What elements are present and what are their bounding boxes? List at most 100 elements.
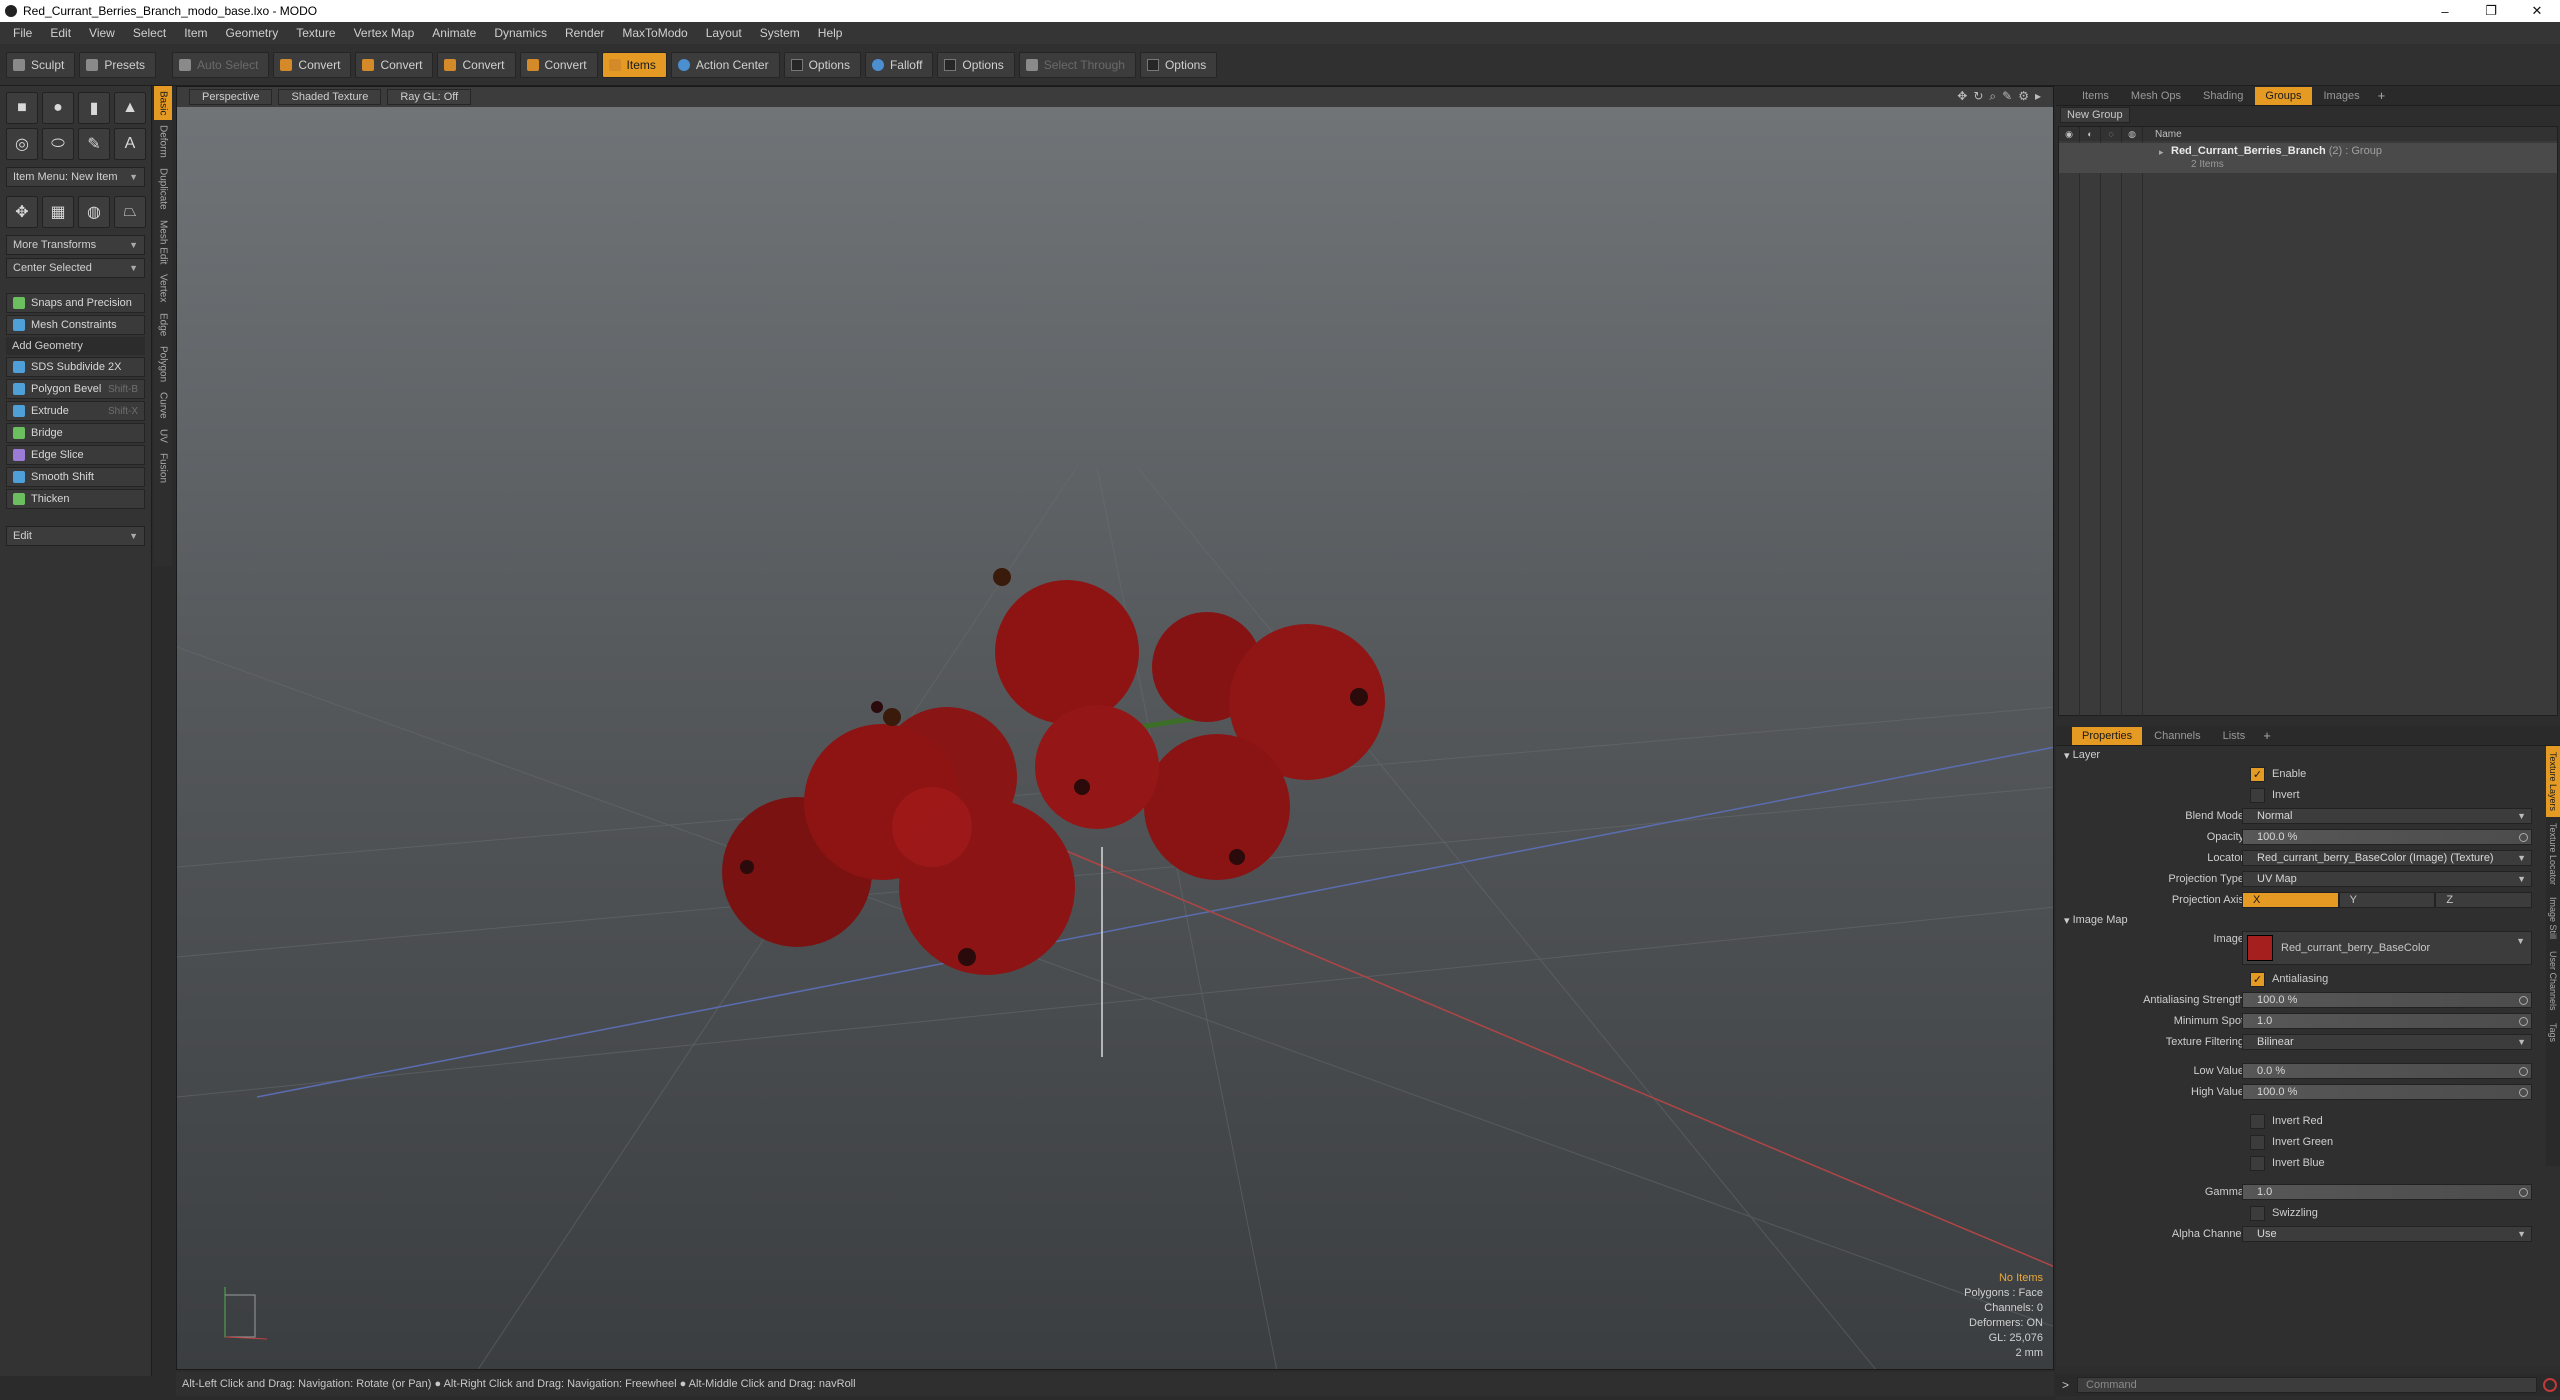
zoom-icon[interactable]: ⌕ — [1989, 89, 1996, 104]
menu-dynamics[interactable]: Dynamics — [485, 26, 556, 40]
expand-icon[interactable]: ▸ — [2035, 89, 2041, 104]
perspective-icon[interactable]: ⏢ — [114, 196, 146, 228]
tab-images[interactable]: Images — [2314, 87, 2370, 105]
tool-extrude[interactable]: Extrude Shift-X — [6, 401, 145, 421]
tab-groups[interactable]: Groups — [2255, 86, 2312, 105]
shading-dropdown[interactable]: Shaded Texture — [278, 89, 382, 105]
lock-icon[interactable]: ◌ — [2101, 127, 2122, 141]
tab-duplicate[interactable]: Duplicate — [154, 163, 172, 215]
tab-deform[interactable]: Deform — [154, 120, 172, 163]
perspective-dropdown[interactable]: Perspective — [189, 89, 273, 105]
close-button[interactable]: ✕ — [2514, 0, 2560, 22]
menu-geometry[interactable]: Geometry — [217, 26, 288, 40]
convert-vertices-button[interactable]: Convert — [273, 51, 352, 78]
menu-file[interactable]: File — [4, 26, 41, 40]
convert-materials-button[interactable]: Convert — [519, 51, 598, 78]
tab-basic[interactable]: Basic — [154, 86, 172, 121]
move-view-icon[interactable]: ✥ — [1957, 89, 1967, 104]
tab-fusion[interactable]: Fusion — [154, 448, 172, 488]
add-geometry-section[interactable]: Add Geometry — [6, 337, 145, 355]
layer-section[interactable]: ▾ Layer — [2056, 746, 2560, 764]
add-tab-icon[interactable]: + — [2372, 88, 2392, 103]
raygl-dropdown[interactable]: Ray GL: Off — [387, 89, 472, 105]
tab-image-still[interactable]: Image Still — [2546, 891, 2560, 945]
menu-help[interactable]: Help — [809, 26, 852, 40]
tab-texture-locator[interactable]: Texture Locator — [2546, 817, 2560, 891]
swizzling-checkbox[interactable] — [2250, 1206, 2265, 1221]
tab-curve[interactable]: Curve — [154, 387, 172, 424]
sphere-icon[interactable]: ● — [42, 92, 74, 124]
menu-vertex-map[interactable]: Vertex Map — [345, 26, 424, 40]
maximize-button[interactable]: ❐ — [2468, 0, 2514, 22]
tab-tags[interactable]: Tags — [2546, 1017, 2560, 1048]
capsule-icon[interactable]: ⬭ — [42, 128, 74, 160]
menu-item[interactable]: Item — [175, 26, 216, 40]
add-tab-icon[interactable]: + — [2257, 728, 2277, 743]
edit-dropdown[interactable]: Edit ▼ — [6, 526, 145, 546]
blend-mode-select[interactable]: Normal ▼ — [2242, 808, 2532, 824]
antialiasing-checkbox[interactable]: ✓ — [2250, 972, 2265, 987]
axis-z-button[interactable]: Z — [2435, 892, 2533, 908]
tab-mesh-ops[interactable]: Mesh Ops — [2121, 87, 2191, 105]
axis-x-button[interactable]: X — [2242, 892, 2339, 908]
menu-view[interactable]: View — [80, 26, 124, 40]
enable-checkbox[interactable]: ✓ — [2250, 767, 2265, 782]
invert-blue-checkbox[interactable] — [2250, 1156, 2265, 1171]
aa-strength-field[interactable]: 100.0 % — [2242, 992, 2532, 1008]
tab-uv[interactable]: UV — [154, 424, 172, 448]
menu-edit[interactable]: Edit — [41, 26, 80, 40]
falloff-options-button[interactable]: Options — [937, 51, 1015, 78]
transform-icon[interactable]: ✥ — [6, 196, 38, 228]
snaps-precision-button[interactable]: Snaps and Precision — [6, 293, 145, 313]
menu-maxtomodo[interactable]: MaxToModo — [613, 26, 696, 40]
pen-icon[interactable]: ✎ — [78, 128, 110, 160]
select-through-options-button[interactable]: Options — [1139, 51, 1218, 78]
gamma-field[interactable]: 1.0 — [2242, 1184, 2532, 1200]
invert-red-checkbox[interactable] — [2250, 1114, 2265, 1129]
more-transforms-dropdown[interactable]: More Transforms ▼ — [6, 235, 145, 255]
menu-texture[interactable]: Texture — [287, 26, 344, 40]
tab-items[interactable]: Items — [2072, 87, 2119, 105]
tab-mesh-edit[interactable]: Mesh Edit — [154, 215, 172, 269]
cylinder-icon[interactable]: ▮ — [78, 92, 110, 124]
tool-polygon-bevel[interactable]: Polygon Bevel Shift-B — [6, 379, 145, 399]
center-selected-dropdown[interactable]: Center Selected ▼ — [6, 258, 145, 278]
action-center-options-button[interactable]: Options — [783, 51, 861, 78]
select-through-button[interactable]: Select Through — [1018, 51, 1136, 78]
3d-viewport[interactable]: Perspective Shaded Texture Ray GL: Off ✥… — [176, 86, 2054, 1370]
tab-properties[interactable]: Properties — [2072, 726, 2143, 745]
tool-bridge[interactable]: Bridge — [6, 423, 145, 443]
invert-checkbox[interactable] — [2250, 788, 2265, 803]
high-value-field[interactable]: 100.0 % — [2242, 1084, 2532, 1100]
cone-icon[interactable]: ▲ — [114, 92, 146, 124]
menu-layout[interactable]: Layout — [697, 26, 751, 40]
tab-polygon[interactable]: Polygon — [154, 341, 172, 387]
items-mode-button[interactable]: Items — [601, 51, 667, 78]
expand-triangle-icon[interactable]: ▸ — [2159, 147, 2164, 158]
menu-render[interactable]: Render — [556, 26, 613, 40]
tool-smooth-shift[interactable]: Smooth Shift — [6, 467, 145, 487]
locator-select[interactable]: Red_currant_berry_BaseColor (Image) (Tex… — [2242, 850, 2532, 866]
action-center-button[interactable]: Action Center — [670, 51, 780, 78]
tool-sds-subdivide[interactable]: SDS Subdivide 2X — [6, 357, 145, 377]
projection-type-select[interactable]: UV Map ▼ — [2242, 871, 2532, 887]
tab-shading[interactable]: Shading — [2193, 87, 2253, 105]
new-group-button[interactable]: New Group — [2060, 107, 2130, 123]
command-input[interactable]: Command — [2077, 1377, 2538, 1393]
tab-lists[interactable]: Lists — [2213, 727, 2256, 745]
globe-icon[interactable]: ◍ — [78, 196, 110, 228]
convert-edges-button[interactable]: Convert — [355, 51, 434, 78]
gear-icon[interactable]: ⚙ — [2018, 89, 2029, 104]
rotate-view-icon[interactable]: ↻ — [1973, 89, 1983, 104]
axis-y-button[interactable]: Y — [2338, 892, 2436, 908]
mesh-constraints-button[interactable]: Mesh Constraints — [6, 315, 145, 335]
item-menu-dropdown[interactable]: Item Menu: New Item ▼ — [6, 167, 145, 187]
menu-system[interactable]: System — [751, 26, 809, 40]
render-icon[interactable]: ◐ — [2080, 127, 2101, 141]
tool-thicken[interactable]: Thicken — [6, 489, 145, 509]
image-select[interactable]: Red_currant_berry_BaseColor ▼ — [2242, 931, 2532, 965]
eye-icon[interactable]: ◉ — [2059, 127, 2080, 141]
tool-edge-slice[interactable]: Edge Slice — [6, 445, 145, 465]
menu-select[interactable]: Select — [124, 26, 175, 40]
text-icon[interactable]: A — [114, 128, 146, 160]
